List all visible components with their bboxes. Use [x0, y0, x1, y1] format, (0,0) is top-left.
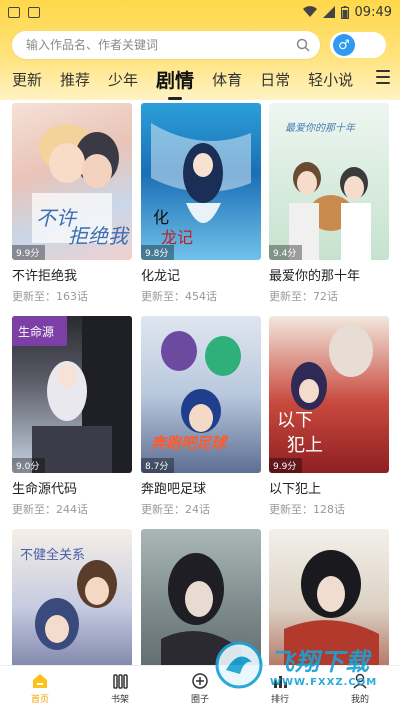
signal-icon [322, 6, 335, 18]
tab-update[interactable]: 更新 [12, 69, 42, 90]
comic-grid: 不许 拒绝我 9.9分 不许拒绝我 更新至：163话 化 龙记 9.8分 化龙记… [12, 103, 390, 665]
comic-update: 更新至：72话 [269, 290, 338, 303]
comic-title: 不许拒绝我 [12, 269, 78, 284]
nav-label: 排行 [270, 695, 289, 705]
home-icon [33, 674, 47, 688]
svg-text:拒绝我: 拒绝我 [68, 224, 130, 248]
comic-update: 更新至：24话 [141, 503, 210, 516]
comic-cover[interactable]: 化 龙记 9.8分 [141, 103, 261, 260]
nav-bookshelf[interactable]: 书架 [90, 672, 150, 705]
bookshelf-icon [113, 674, 128, 689]
comic-cover[interactable]: 不许 拒绝我 9.9分 [12, 103, 132, 260]
search-box[interactable] [12, 31, 320, 59]
svg-text:奔跑吧足球: 奔跑吧足球 [151, 434, 229, 452]
cover-art: 最爱你的那十年 [285, 122, 371, 260]
comic-card[interactable]: 不健全关系 [12, 529, 132, 665]
comic-cover[interactable]: 最爱你的那十年 9.4分 [269, 103, 389, 260]
tab-shounen[interactable]: 少年 [108, 69, 138, 90]
comic-update: 更新至：454话 [141, 290, 217, 303]
app-notification-icon [28, 6, 40, 18]
comic-title: 最爱你的那十年 [269, 269, 361, 284]
battery-icon [340, 5, 349, 19]
svg-text:犯上: 犯上 [287, 435, 323, 456]
comic-cover[interactable]: 不健全关系 [12, 529, 132, 665]
tab-drama[interactable]: 剧情 [156, 66, 194, 93]
image-notification-icon [8, 6, 20, 18]
nav-label: 我的 [350, 695, 369, 705]
tab-light-novel[interactable]: 轻小说 [308, 69, 353, 90]
comic-card[interactable]: 以下 犯上 9.9分 以下犯上 更新至：128话 [269, 316, 389, 517]
watermark-title: 飞翔下载 [270, 648, 370, 676]
comic-title: 化龙记 [141, 269, 181, 284]
comic-card[interactable]: 化 龙记 9.8分 化龙记 更新至：454话 [141, 103, 261, 304]
watermark: 飞翔下载 WWW.FXXZ.COM [214, 638, 392, 692]
nav-label: 首页 [30, 695, 49, 705]
score-badge: 9.8分 [141, 245, 175, 260]
svg-text:最爱你的那十年: 最爱你的那十年 [285, 122, 356, 134]
score-badge: 9.9分 [269, 458, 303, 473]
comic-cover[interactable]: 以下 犯上 9.9分 [269, 316, 389, 473]
score-badge: 9.4分 [269, 245, 303, 260]
comic-title: 以下犯上 [269, 482, 322, 497]
male-icon: ♂ [333, 34, 355, 56]
search-row: ♂ [12, 30, 388, 60]
search-input[interactable] [26, 38, 296, 52]
watermark-logo-icon [215, 641, 263, 689]
comic-card[interactable]: 最爱你的那十年 9.4分 最爱你的那十年 更新至：72话 [269, 103, 389, 304]
comic-cover[interactable]: 奔跑吧足球 8.7分 [141, 316, 261, 473]
svg-text:化: 化 [153, 208, 169, 227]
tab-sports[interactable]: 体育 [212, 69, 242, 90]
cover-art: 奔跑吧足球 [151, 331, 241, 452]
comic-card[interactable]: 生命源 9.0分 生命源代码 更新至：244话 [12, 316, 132, 517]
comic-title: 奔跑吧足球 [141, 482, 207, 497]
gender-toggle[interactable]: ♂ [330, 32, 386, 58]
category-tabs: 更新 推荐 少年 剧情 体育 日常 轻小说 [12, 64, 392, 94]
cover-art: 化 龙记 [151, 123, 251, 247]
status-time: 09:49 [354, 4, 392, 20]
comic-update: 更新至：163话 [12, 290, 88, 303]
cover-art: 不健全关系 [20, 547, 117, 650]
nav-label: 圈子 [190, 695, 209, 705]
score-badge: 9.9分 [12, 245, 46, 260]
nav-home[interactable]: 首页 [10, 672, 70, 705]
score-badge: 8.7分 [141, 458, 175, 473]
status-bar: 09:49 [0, 0, 400, 24]
comic-card[interactable]: 不许 拒绝我 9.9分 不许拒绝我 更新至：163话 [12, 103, 132, 304]
cover-art: 以下 犯上 [277, 325, 373, 456]
svg-text:不健全关系: 不健全关系 [20, 547, 85, 563]
watermark-url: WWW.FXXZ.COM [270, 677, 378, 688]
tab-recommend[interactable]: 推荐 [60, 69, 90, 90]
svg-text:以下: 以下 [277, 410, 313, 431]
comic-title: 生命源代码 [12, 482, 78, 497]
cover-art: 不许 拒绝我 [32, 124, 130, 248]
comic-update: 更新至：128话 [269, 503, 345, 516]
circle-icon [192, 673, 208, 689]
comic-update: 更新至：244话 [12, 503, 88, 516]
score-badge: 9.0分 [12, 458, 46, 473]
comic-cover[interactable]: 生命源 9.0分 [12, 316, 132, 473]
tab-daily[interactable]: 日常 [260, 69, 290, 90]
cover-art: 生命源 [12, 316, 132, 473]
svg-text:生命源: 生命源 [18, 324, 54, 339]
comic-card[interactable]: 奔跑吧足球 8.7分 奔跑吧足球 更新至：24话 [141, 316, 261, 517]
nav-label: 书架 [110, 695, 129, 705]
search-icon[interactable] [296, 38, 310, 52]
menu-icon[interactable] [376, 70, 390, 88]
wifi-icon [302, 6, 317, 18]
